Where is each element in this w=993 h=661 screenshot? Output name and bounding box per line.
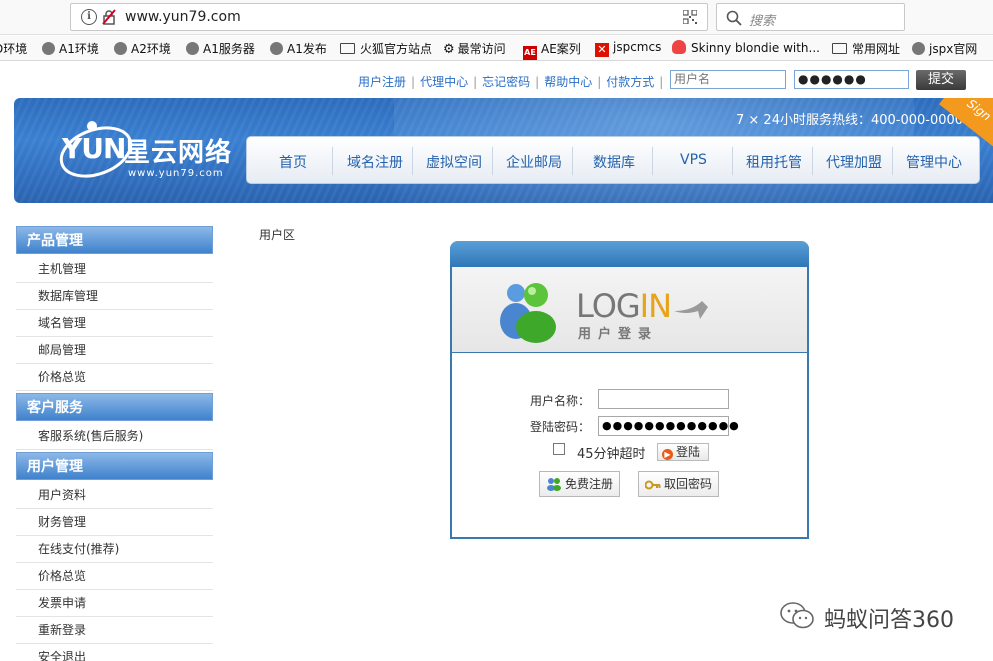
timeout-checkbox[interactable] bbox=[553, 443, 565, 455]
wechat-icon bbox=[780, 602, 814, 629]
search-box[interactable]: 搜索 bbox=[716, 3, 905, 31]
site-logo[interactable]: YUN 星云网络 www.yun79.com bbox=[58, 120, 238, 180]
free-register-button[interactable]: 免费注册 bbox=[539, 471, 620, 497]
sidebar-item-relogin[interactable]: 重新登录 bbox=[16, 617, 213, 644]
bookmark-item[interactable]: A1发布 bbox=[270, 40, 327, 57]
login-button[interactable]: ▶ 登陆 bbox=[657, 443, 709, 461]
site-topbar: 用户注册 | 代理中心 | 忘记密码 | 帮助中心 | 付款方式 | 用户名 ●●●●●● 提交 bbox=[0, 62, 993, 98]
folder-icon bbox=[832, 43, 847, 54]
bookmark-item[interactable]: 火狐官方站点 bbox=[340, 40, 432, 57]
timeout-label: 45分钟超时 bbox=[577, 447, 646, 462]
search-placeholder: 搜索 bbox=[749, 14, 776, 29]
bookmark-item[interactable]: D环境 bbox=[0, 40, 27, 57]
qr-code-icon[interactable] bbox=[683, 10, 697, 24]
login-banner: LOGIN 用户登录 bbox=[452, 267, 807, 353]
agent-center-link[interactable]: 代理中心 bbox=[420, 75, 468, 89]
top-submit-button[interactable]: 提交 bbox=[916, 70, 966, 90]
info-icon[interactable]: i bbox=[81, 9, 97, 25]
sidebar-section-service: 客户服务 bbox=[16, 393, 213, 421]
register-link[interactable]: 用户注册 bbox=[358, 75, 406, 89]
top-links: 用户注册 | 代理中心 | 忘记密码 | 帮助中心 | 付款方式 | bbox=[358, 75, 664, 89]
users-small-icon bbox=[547, 478, 561, 491]
bookmark-item[interactable]: A2环境 bbox=[114, 40, 171, 57]
help-center-link[interactable]: 帮助中心 bbox=[544, 75, 592, 89]
sidebar-item-logout[interactable]: 安全退出 bbox=[16, 644, 213, 661]
nav-vps[interactable]: VPS bbox=[680, 152, 707, 168]
bookmark-item[interactable]: A1环境 bbox=[42, 40, 99, 57]
sidebar-item-invoice[interactable]: 发票申请 bbox=[16, 590, 213, 617]
globe-icon bbox=[114, 42, 127, 55]
key-icon bbox=[645, 480, 661, 490]
main-nav: 首页 域名注册 虚拟空间 企业邮局 数据库 VPS 租用托管 代理加盟 管理中心 bbox=[246, 136, 980, 184]
sidebar-item-prices[interactable]: 价格总览 bbox=[16, 364, 213, 391]
nav-hosting[interactable]: 虚拟空间 bbox=[426, 152, 482, 172]
sidebar-section-products: 产品管理 bbox=[16, 226, 213, 254]
sidebar-item-finance[interactable]: 财务管理 bbox=[16, 509, 213, 536]
sidebar-item-database[interactable]: 数据库管理 bbox=[16, 283, 213, 310]
search-icon bbox=[726, 10, 742, 26]
insecure-lock-icon[interactable] bbox=[101, 9, 117, 25]
username-label: 用户名称： bbox=[530, 394, 591, 408]
nav-database[interactable]: 数据库 bbox=[593, 152, 635, 172]
login-subtitle: 用户登录 bbox=[578, 327, 659, 342]
login-panel-header bbox=[450, 241, 809, 267]
globe-icon bbox=[270, 42, 283, 55]
top-password-input[interactable]: ●●●●●● bbox=[794, 70, 909, 89]
sidebar-item-profile[interactable]: 用户资料 bbox=[16, 482, 213, 509]
sidebar-section-users: 用户管理 bbox=[16, 452, 213, 480]
globe-icon bbox=[912, 42, 925, 55]
bookmarks-bar: D环境 A1环境 A2环境 A1服务器 A1发布 火狐官方站点 ⚙最常访问 AE… bbox=[0, 36, 993, 61]
users-icon bbox=[500, 283, 556, 343]
nav-admin[interactable]: 管理中心 bbox=[906, 152, 962, 172]
retrieve-password-button[interactable]: 取回密码 bbox=[638, 471, 719, 497]
login-panel: LOGIN 用户登录 用户名称： 登陆密码： ●●●●●●●●●●●●● 45分… bbox=[450, 241, 809, 539]
arrow-icon bbox=[674, 301, 708, 319]
sidebar-item-mail[interactable]: 邮局管理 bbox=[16, 337, 213, 364]
gear-icon: ⚙ bbox=[443, 42, 455, 57]
payment-methods-link[interactable]: 付款方式 bbox=[606, 75, 654, 89]
folder-icon bbox=[340, 43, 355, 54]
url-text[interactable]: www.yun79.com bbox=[125, 9, 241, 25]
nav-home[interactable]: 首页 bbox=[279, 152, 307, 172]
nav-domain[interactable]: 域名注册 bbox=[347, 152, 403, 172]
bookmark-item[interactable]: jspx官网 bbox=[912, 40, 977, 57]
service-hotline: 7 × 24小时服务热线：400-000-0000 bbox=[736, 113, 964, 128]
password-label: 登陆密码： bbox=[530, 420, 591, 434]
bookmark-item[interactable]: A1服务器 bbox=[186, 40, 255, 57]
sidebar-item-host[interactable]: 主机管理 bbox=[16, 256, 213, 283]
bookmark-item[interactable]: ⚙ 最常访问 bbox=[443, 40, 506, 57]
bookmark-item[interactable]: 常用网址 bbox=[832, 40, 900, 57]
sidebar: 产品管理 主机管理 数据库管理 域名管理 邮局管理 价格总览 客户服务 客服系统… bbox=[14, 225, 213, 661]
username-input[interactable] bbox=[598, 389, 729, 409]
sidebar-item-prices-2[interactable]: 价格总览 bbox=[16, 563, 213, 590]
jx-icon: ✕ bbox=[595, 43, 609, 57]
address-bar[interactable]: i www.yun79.com ••• ★ bbox=[70, 3, 768, 31]
top-username-input[interactable]: 用户名 bbox=[670, 70, 786, 89]
monster-icon bbox=[672, 40, 686, 54]
nav-colocation[interactable]: 租用托管 bbox=[746, 152, 802, 172]
bookmark-item[interactable]: AE AE案列 bbox=[523, 40, 581, 60]
browser-toolbar: i www.yun79.com ••• ★ 搜索 bbox=[0, 0, 993, 35]
bookmark-item[interactable]: Skinny blondie with... bbox=[672, 40, 820, 55]
arrow-right-icon: ▶ bbox=[662, 449, 673, 460]
bookmark-item[interactable]: ✕ jspcmcs bbox=[595, 40, 661, 57]
password-input[interactable]: ●●●●●●●●●●●●● bbox=[598, 416, 739, 436]
sidebar-item-support[interactable]: 客服系统(售后服务) bbox=[16, 423, 213, 450]
header-banner: YUN 星云网络 www.yun79.com 7 × 24小时服务热线：400-… bbox=[14, 98, 993, 203]
ae-icon: AE bbox=[523, 46, 537, 60]
login-title: LOGIN bbox=[576, 287, 672, 325]
globe-icon bbox=[42, 42, 55, 55]
nav-email[interactable]: 企业邮局 bbox=[506, 152, 562, 172]
globe-icon bbox=[186, 42, 199, 55]
forgot-password-link[interactable]: 忘记密码 bbox=[482, 75, 530, 89]
sidebar-item-online-pay[interactable]: 在线支付(推荐) bbox=[16, 536, 213, 563]
sidebar-item-domain[interactable]: 域名管理 bbox=[16, 310, 213, 337]
watermark: 蚂蚁问答360 bbox=[780, 600, 980, 634]
nav-agent[interactable]: 代理加盟 bbox=[826, 152, 882, 172]
page-title: 用户区 bbox=[259, 228, 296, 242]
